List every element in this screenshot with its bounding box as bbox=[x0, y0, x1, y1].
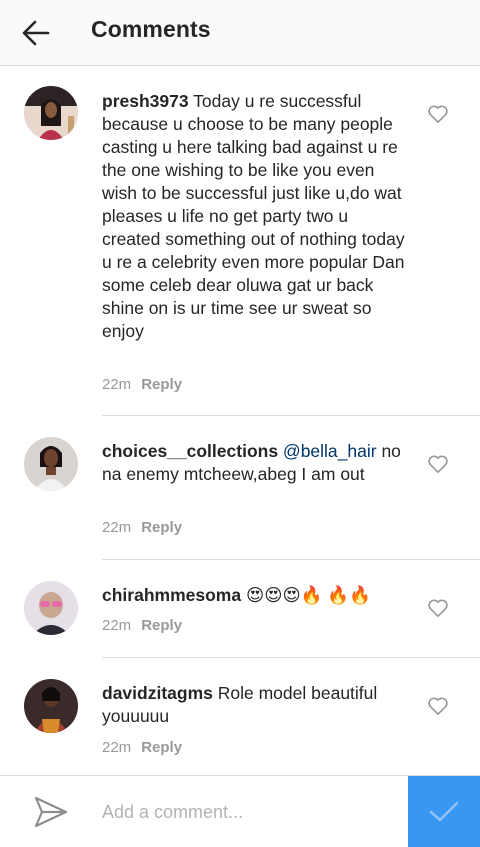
comment-meta: 22m Reply bbox=[102, 519, 182, 536]
comment-text: chirahmmesoma 😍😍😍🔥 🔥🔥 bbox=[102, 584, 410, 607]
comment-divider bbox=[102, 415, 480, 416]
comment-divider bbox=[102, 559, 480, 560]
header-bar: Comments bbox=[0, 0, 480, 66]
comment-timestamp: 22m bbox=[102, 519, 132, 536]
comment-text: choices__collections @bella_hair no na e… bbox=[102, 440, 410, 486]
heart-icon[interactable] bbox=[427, 598, 449, 618]
comment-divider bbox=[102, 657, 480, 658]
direct-send-icon[interactable] bbox=[33, 795, 69, 829]
heart-icon[interactable] bbox=[427, 454, 449, 474]
checkmark-icon bbox=[429, 801, 459, 821]
comment-text: presh3973 Today u re successful because … bbox=[102, 90, 410, 343]
comment-meta: 22m Reply bbox=[102, 376, 182, 393]
comment-timestamp: 22m bbox=[102, 739, 132, 756]
heart-icon[interactable] bbox=[427, 104, 449, 124]
comment-meta: 22m Reply bbox=[102, 617, 182, 634]
reply-button[interactable]: Reply bbox=[141, 739, 182, 756]
comment-text: davidzitagms Role model beautiful youuuu… bbox=[102, 682, 410, 728]
comment-username[interactable]: presh3973 bbox=[102, 91, 189, 111]
avatar[interactable] bbox=[24, 679, 78, 733]
comment-timestamp: 22m bbox=[102, 617, 132, 634]
comment-meta: 22m Reply bbox=[102, 739, 182, 756]
back-arrow-icon bbox=[22, 20, 50, 46]
comment-input[interactable] bbox=[100, 794, 390, 830]
comment-mention[interactable]: @bella_hair bbox=[278, 441, 377, 461]
avatar[interactable] bbox=[24, 437, 78, 491]
comment-content: Today u re successful because u choose t… bbox=[102, 91, 405, 341]
back-button[interactable] bbox=[18, 16, 54, 50]
comment-username[interactable]: chirahmmesoma bbox=[102, 585, 241, 605]
comment-composer bbox=[0, 775, 480, 847]
heart-icon[interactable] bbox=[427, 696, 449, 716]
post-comment-button[interactable] bbox=[408, 776, 480, 847]
reply-button[interactable]: Reply bbox=[141, 376, 182, 393]
comment-username[interactable]: davidzitagms bbox=[102, 683, 213, 703]
reply-button[interactable]: Reply bbox=[141, 617, 182, 634]
page-title: Comments bbox=[91, 16, 211, 42]
comment-content: 😍😍😍🔥 🔥🔥 bbox=[241, 585, 371, 605]
comment-timestamp: 22m bbox=[102, 376, 132, 393]
comment-username[interactable]: choices__collections bbox=[102, 441, 278, 461]
reply-button[interactable]: Reply bbox=[141, 519, 182, 536]
avatar[interactable] bbox=[24, 581, 78, 635]
avatar[interactable] bbox=[24, 86, 78, 140]
comment-list[interactable]: presh3973 Today u re successful because … bbox=[0, 67, 480, 775]
